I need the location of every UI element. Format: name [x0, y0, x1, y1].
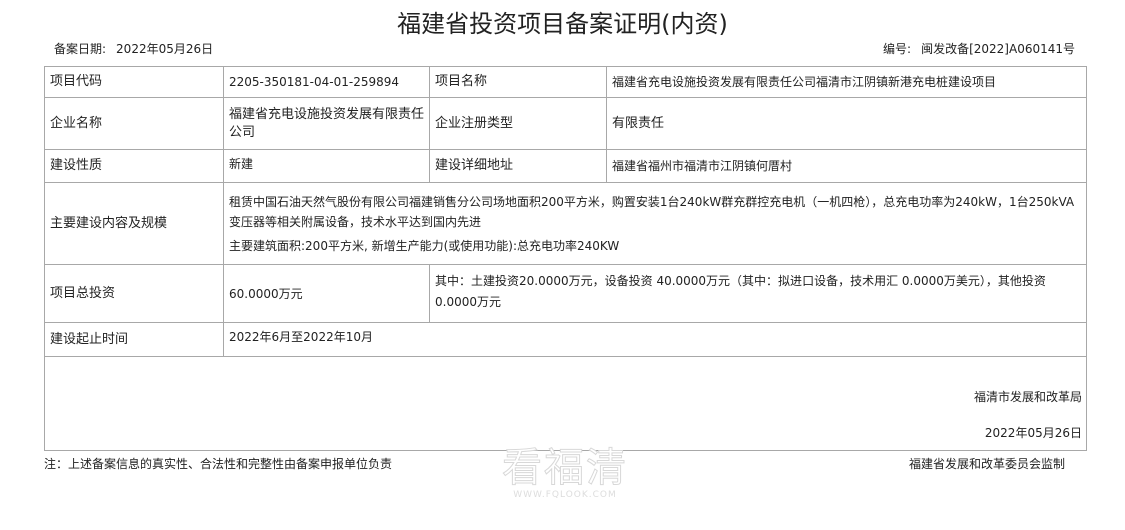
company-type-value: 有限责任	[606, 97, 1087, 150]
construction-nature-label: 建设性质	[44, 149, 224, 183]
row-investment: 项目总投资 60.0000万元 其中：土建投资20.0000万元，设备投资 40…	[44, 264, 1087, 323]
row-content: 主要建设内容及规模 租赁中国石油天然气股份有限公司福建销售分公司场地面积200平…	[44, 182, 1087, 265]
signature-organization: 福清市发展和改革局	[973, 390, 1082, 404]
content-label: 主要建设内容及规模	[44, 182, 224, 265]
project-code-label: 项目代码	[44, 66, 224, 98]
filing-date: 备案日期: 2022年05月26日	[54, 41, 213, 57]
watermark-url: WWW.FQLOOK.COM	[513, 490, 617, 500]
company-name-value: 福建省充电设施投资发展有限责任公司	[223, 97, 430, 150]
signature-date: 2022年05月26日	[984, 426, 1082, 440]
investment-breakdown-value: 其中：土建投资20.0000万元，设备投资 40.0000万元（其中：拟进口设备…	[429, 264, 1087, 323]
content-line-2: 主要建筑面积:200平方米, 新增生产能力(或使用功能):总充电功率240KW	[229, 238, 620, 253]
document-number-value: 闽发改备[2022]A060141号	[921, 42, 1075, 56]
row-project-code: 项目代码 2205-350181-04-01-259894 项目名称 福建省充电…	[44, 66, 1087, 98]
company-name-label: 企业名称	[44, 97, 224, 150]
period-label: 建设起止时间	[44, 322, 224, 357]
content-value: 租赁中国石油天然气股份有限公司福建销售分公司场地面积200平方米，购置安装1台2…	[223, 182, 1087, 265]
document-number: 编号: 闽发改备[2022]A060141号	[883, 41, 1075, 57]
footer-note: 注：上述备案信息的真实性、合法性和完整性由备案申报单位负责	[44, 457, 393, 471]
project-name-value: 福建省充电设施投资发展有限责任公司福清市江阴镇新港充电桩建设项目	[606, 66, 1087, 98]
document-number-label: 编号:	[883, 42, 912, 56]
company-type-label: 企业注册类型	[429, 97, 607, 150]
address-value: 福建省福州市福清市江阴镇何厝村	[606, 149, 1087, 183]
row-company: 企业名称 福建省充电设施投资发展有限责任公司 企业注册类型 有限责任	[44, 97, 1087, 150]
project-name-label: 项目名称	[429, 66, 607, 98]
period-value: 2022年6月至2022年10月	[223, 322, 1087, 357]
signature-block: 福清市发展和改革局 2022年05月26日	[44, 356, 1087, 451]
watermark-text: 看福清	[502, 445, 628, 491]
watermark-logo: 看福清 WWW.FQLOOK.COM	[490, 445, 640, 501]
document-title: 福建省投资项目备案证明(内资)	[397, 10, 728, 38]
address-label: 建设详细地址	[429, 149, 607, 183]
filing-info-table: 项目代码 2205-350181-04-01-259894 项目名称 福建省充电…	[44, 66, 1087, 451]
filing-date-value: 2022年05月26日	[116, 42, 214, 56]
row-period: 建设起止时间 2022年6月至2022年10月	[44, 322, 1087, 357]
row-nature-address: 建设性质 新建 建设详细地址 福建省福州市福清市江阴镇何厝村	[44, 149, 1087, 183]
row-signature: 福清市发展和改革局 2022年05月26日	[44, 356, 1087, 451]
content-line-1: 租赁中国石油天然气股份有限公司福建销售分公司场地面积200平方米，购置安装1台2…	[229, 194, 1075, 229]
investment-label: 项目总投资	[44, 264, 224, 323]
filing-date-label: 备案日期:	[54, 42, 107, 56]
construction-nature-value: 新建	[223, 149, 430, 183]
project-code-value: 2205-350181-04-01-259894	[223, 66, 430, 98]
footer-supervisor: 福建省发展和改革委员会监制	[908, 457, 1065, 471]
investment-total-value: 60.0000万元	[223, 264, 430, 323]
